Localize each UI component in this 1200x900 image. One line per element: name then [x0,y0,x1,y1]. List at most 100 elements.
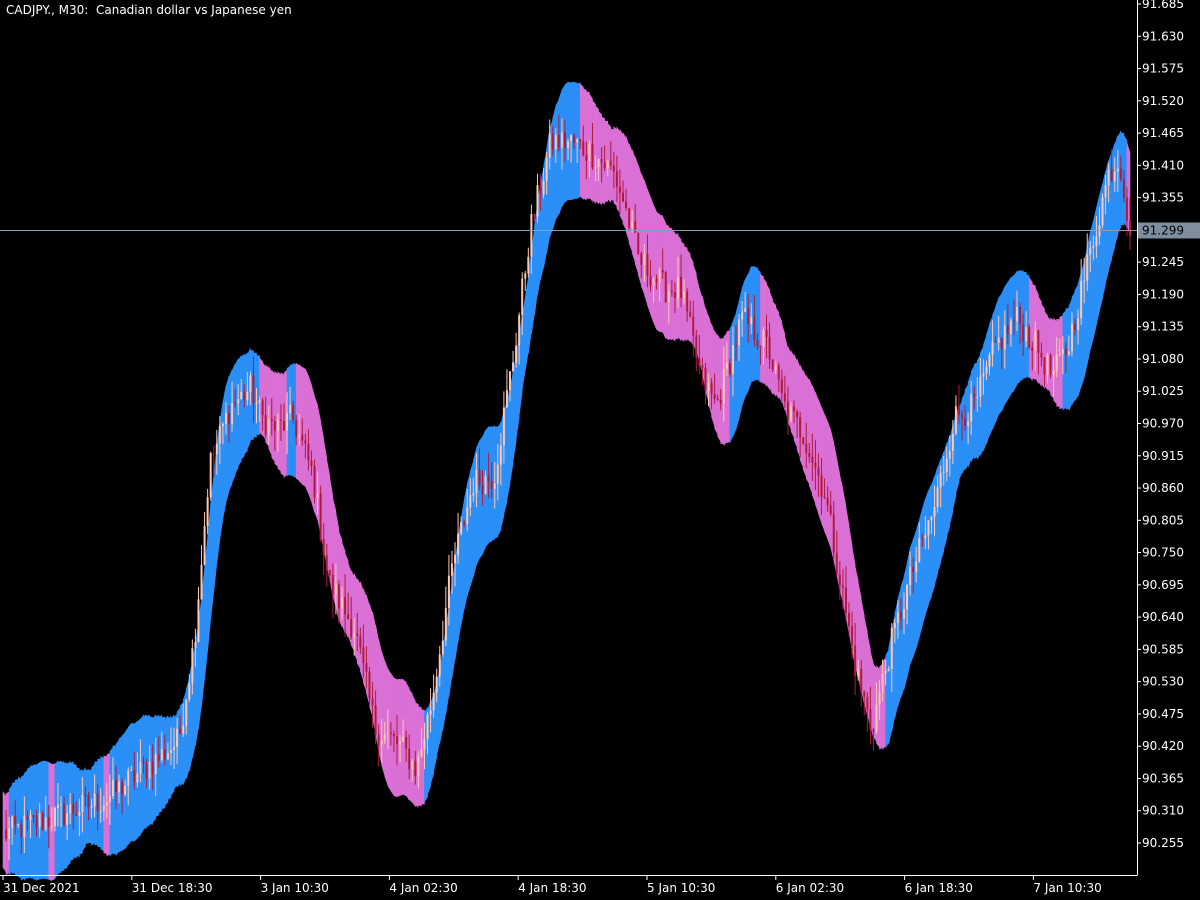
candle-body [200,564,203,600]
candle-body [179,728,182,734]
candle-body [756,340,759,347]
y-tick-label: 90.310 [1142,804,1184,818]
x-tick-label: 6 Jan 02:30 [776,881,844,895]
candle-body [1037,330,1040,353]
candle-body [841,585,844,588]
candle-body [368,671,371,699]
candle-body [921,538,924,540]
y-tick-label: 91.080 [1142,352,1184,366]
candle-body [771,359,774,370]
candle-body [915,561,918,573]
candle-body [612,165,615,172]
candle-body [1107,169,1110,186]
candle-body [234,402,237,404]
candle-body [896,612,899,623]
candle-body [557,135,560,148]
candle-body [909,567,912,586]
candle-body [505,390,508,408]
candle-body [90,806,93,808]
y-tick-label: 90.255 [1142,836,1184,850]
candle-body [383,734,386,741]
candle-body [136,773,139,783]
candle-body [838,574,841,586]
candle-body [188,683,191,700]
price-chart[interactable]: 91.685 91.630 91.575 91.520 91.465 91.410 91.3… [0,0,1200,900]
ribbon-layer [2,81,1131,882]
candle-body [649,275,652,286]
candle-body [860,669,863,692]
candle-body [99,810,102,812]
candle-body [762,329,765,347]
candle-body [35,816,38,828]
candle-body [209,453,212,498]
y-tick-label: 90.695 [1142,578,1184,592]
candle-body [887,668,890,671]
candle-body [964,418,967,427]
candle-body [875,704,878,732]
candle-body [111,779,114,797]
candle-body [166,753,169,760]
candle-body [628,208,631,228]
candle-body [768,336,771,360]
candle-body [835,552,838,575]
candle-body [722,368,725,404]
candle-body [618,186,621,193]
candle-body [454,554,457,564]
candle-body [637,232,640,254]
candle-body [124,785,127,795]
candle-body [655,278,658,283]
candle-body [533,214,536,217]
candle-body [1077,318,1080,331]
candle-body [273,421,276,431]
candle-body [157,754,160,761]
candle-body [258,400,261,403]
candle-body [395,736,398,744]
y-tick-label: 91.025 [1142,384,1184,398]
candle-body [585,155,588,161]
candle-body [478,469,481,486]
candle-body [218,425,221,444]
candle-body [337,584,340,609]
candle-body [108,796,111,803]
candle-body [1086,254,1089,281]
candle-body [789,406,792,421]
candle-body [1110,169,1113,181]
candle-body [377,734,380,746]
candle-body [692,316,695,336]
y-tick-label: 90.585 [1142,642,1184,656]
candle-body [1046,354,1049,375]
x-tick-label: 31 Dec 2021 [3,881,80,895]
ribbon-segment [986,325,990,445]
candle-body [240,391,243,400]
y-tick-label: 90.970 [1142,417,1184,431]
candle-body [683,291,686,298]
candle-body [1006,325,1009,335]
candle-body [215,443,218,454]
candle-body [432,692,435,711]
candle-body [560,132,563,148]
candle-body [994,341,997,343]
candle-body [1040,352,1043,358]
candle-body [75,814,78,816]
candle-body [301,434,304,441]
candle-body [646,254,649,276]
candle-body [44,817,47,830]
candle-body [744,307,747,312]
candle-body [652,278,655,286]
candle-body [463,522,466,525]
candle-body [1122,179,1125,198]
candle-body [1061,348,1064,355]
candle-body [185,699,188,726]
candle-body [1022,324,1025,342]
candle-body [521,278,524,316]
x-tick-label: 31 Dec 18:30 [132,881,213,895]
ribbon-segment [653,204,657,330]
ribbon-segment [717,333,722,443]
candle-body [567,141,570,149]
candle-body [796,411,799,418]
candle-body [322,539,325,556]
candle-body [84,794,87,796]
candle-body [957,406,960,416]
candle-body [350,619,353,638]
candle-body [405,736,408,749]
